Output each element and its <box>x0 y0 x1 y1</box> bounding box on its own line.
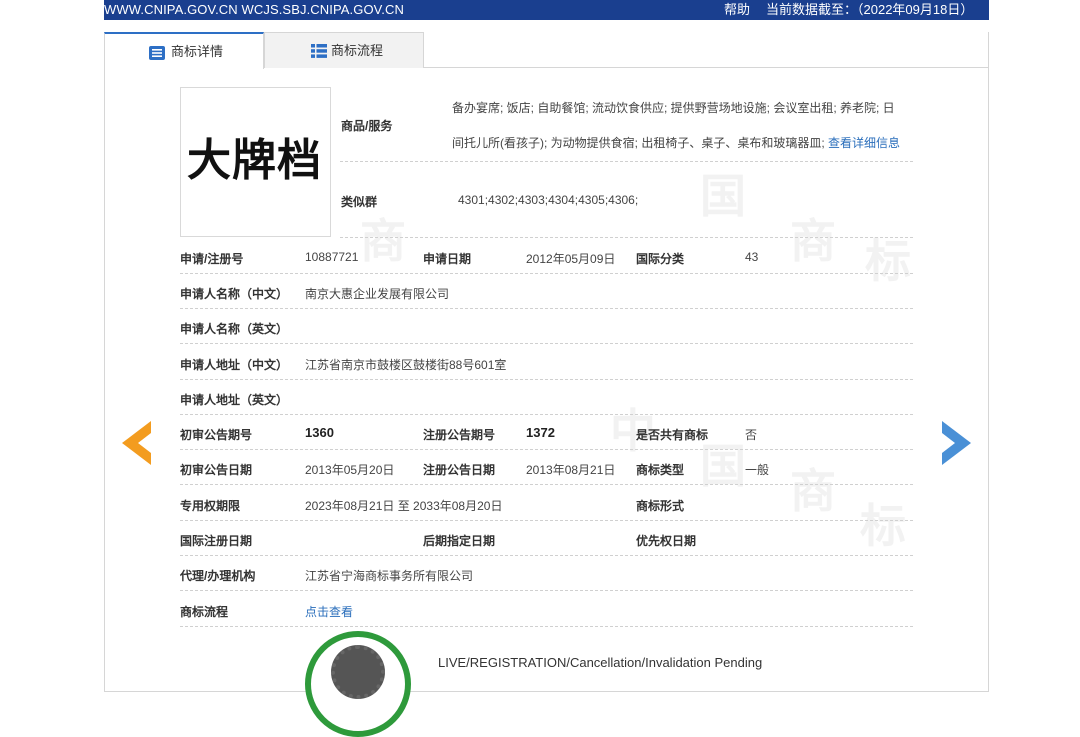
divider <box>180 484 913 485</box>
address-cn-label: 申请人地址（中文） <box>180 358 289 372</box>
reg-no-value: 1372 <box>526 425 555 440</box>
reg-date-value: 2013年08月21日 <box>526 463 616 477</box>
divider <box>180 379 913 380</box>
goods-label: 商品/服务 <box>341 119 393 133</box>
site-urls[interactable]: WWW.CNIPA.GOV.CN WCJS.SBJ.CNIPA.GOV.CN <box>104 0 404 20</box>
divider <box>180 449 913 450</box>
divider <box>340 161 913 162</box>
exclusive-value: 2023年08月21日 至 2033年08月20日 <box>305 499 503 513</box>
app-date-value: 2012年05月09日 <box>526 252 616 266</box>
list-detail-icon <box>149 46 165 60</box>
view-details-link[interactable]: 查看详细信息 <box>828 136 900 150</box>
divider <box>180 414 913 415</box>
applicant-en-label: 申请人名称（英文） <box>180 322 289 336</box>
tab-label: 商标详情 <box>171 44 224 59</box>
tab-mark-details[interactable]: 商标详情 <box>104 32 264 69</box>
tab-label: 商标流程 <box>331 43 384 58</box>
reg-date-label: 注册公告日期 <box>423 463 496 477</box>
divider <box>180 308 913 309</box>
later-designation-label: 后期指定日期 <box>423 534 496 548</box>
divider <box>180 273 913 274</box>
prelim-date-value: 2013年05月20日 <box>305 463 395 477</box>
applicant-cn-value: 南京大惠企业发展有限公司 <box>305 287 450 301</box>
prelim-date-label: 初审公告日期 <box>180 463 253 477</box>
exclusive-label: 专用权期限 <box>180 499 241 513</box>
view-process-link[interactable]: 点击查看 <box>305 603 353 620</box>
process-label: 商标流程 <box>180 605 229 619</box>
arrow-right-icon-inner <box>942 433 955 453</box>
mark-form-label: 商标形式 <box>636 499 685 513</box>
intl-reg-date-label: 国际注册日期 <box>180 534 253 548</box>
tab-bar: 商标详情 商标流程 <box>104 32 989 69</box>
app-date-label: 申请日期 <box>423 252 472 266</box>
trademark-image-text: 大牌档 <box>187 135 322 186</box>
divider <box>340 237 913 238</box>
help-link[interactable]: 帮助 <box>724 0 750 20</box>
reg-no-label: 注册公告期号 <box>423 428 496 442</box>
shared-value: 否 <box>745 428 758 442</box>
divider <box>180 343 913 344</box>
arrow-left-icon-inner <box>138 433 151 453</box>
grid-list-icon <box>311 44 327 58</box>
trademark-image: 大牌档 <box>180 87 331 237</box>
tab-mark-process[interactable]: 商标流程 <box>264 32 424 68</box>
goods-text: 间托儿所(看孩子); 为动物提供食宿; 出租椅子、桌子、桌布和玻璃器皿; <box>452 136 825 150</box>
mark-type-label: 商标类型 <box>636 463 685 477</box>
similar-group-label: 类似群 <box>341 195 378 209</box>
priority-date-label: 优先权日期 <box>636 534 697 548</box>
similar-group-value: 4301;4302;4303;4304;4305;4306; <box>458 193 639 207</box>
status-text: LIVE/REGISTRATION/Cancellation/Invalidat… <box>438 655 763 670</box>
status-badge-icon <box>331 645 385 699</box>
divider <box>180 555 913 556</box>
top-bar: WWW.CNIPA.GOV.CN WCJS.SBJ.CNIPA.GOV.CN 帮… <box>104 0 989 20</box>
data-date: 当前数据截至：（2022年09月18日） <box>766 2 974 17</box>
goods-line-2: 间托儿所(看孩子); 为动物提供食宿; 出租椅子、桌子、桌布和玻璃器皿; 查看详… <box>452 134 900 151</box>
divider <box>180 626 913 627</box>
agent-label: 代理/办理机构 <box>180 569 256 583</box>
applicant-cn-label: 申请人名称（中文） <box>180 287 289 301</box>
goods-line-1: 备办宴席; 饭店; 自助餐馆; 流动饮食供应; 提供野营场地设施; 会议室出租;… <box>452 101 895 115</box>
address-en-label: 申请人地址（英文） <box>180 393 289 407</box>
app-no-label: 申请/注册号 <box>180 252 244 266</box>
address-cn-value: 江苏省南京市鼓楼区鼓楼街88号601室 <box>305 358 507 372</box>
agent-value: 江苏省宁海商标事务所有限公司 <box>305 569 474 583</box>
divider <box>180 520 913 521</box>
app-no-value: 10887721 <box>305 250 359 264</box>
divider <box>180 590 913 591</box>
intl-class-label: 国际分类 <box>636 252 685 266</box>
prelim-no-label: 初审公告期号 <box>180 428 253 442</box>
prelim-no-value: 1360 <box>305 425 334 440</box>
shared-label: 是否共有商标 <box>636 428 709 442</box>
mark-type-value: 一般 <box>745 463 770 477</box>
intl-class-value: 43 <box>745 250 759 264</box>
